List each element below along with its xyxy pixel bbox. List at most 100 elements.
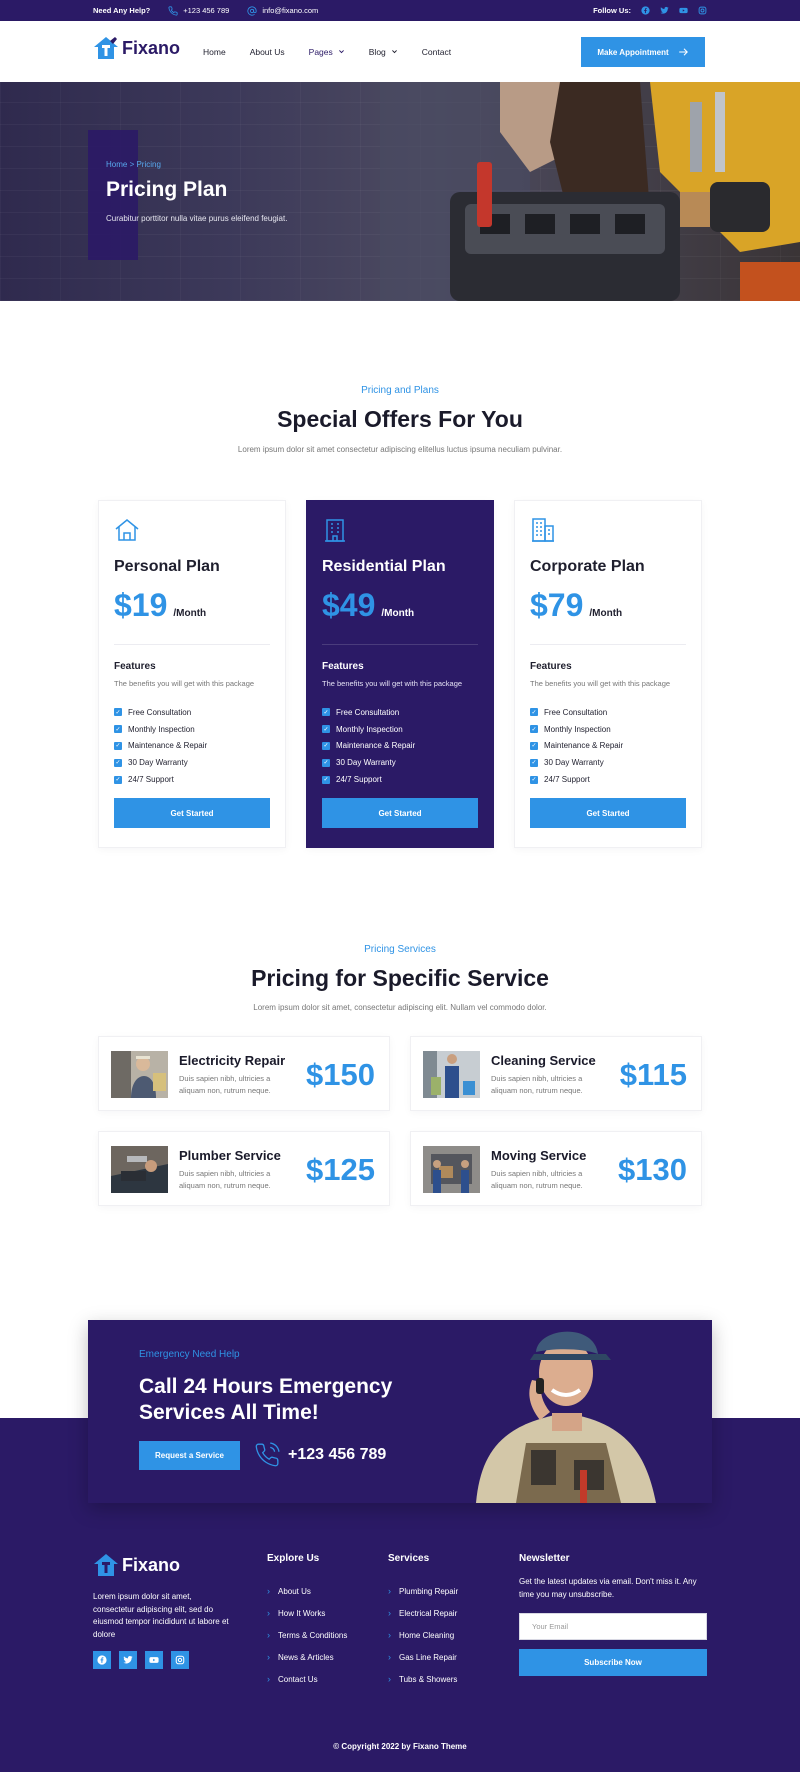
page: Need Any Help? +123 456 789 info@fixano.… [0, 0, 800, 1772]
logo[interactable]: Fixano [93, 36, 180, 60]
feature-item: ✓ 24/7 Support [530, 775, 590, 785]
email-icon [247, 5, 257, 16]
youtube-icon[interactable] [145, 1651, 163, 1669]
instagram-icon[interactable] [698, 6, 707, 15]
services-title: Pricing for Specific Service [251, 965, 549, 991]
make-appointment-button[interactable]: Make Appointment [581, 37, 705, 67]
checkbox-icon: ✓ [114, 758, 122, 767]
facebook-icon[interactable] [93, 1651, 111, 1669]
footer-link[interactable]: › Home Cleaning [388, 1624, 458, 1646]
feature-item: ✓ 30 Day Warranty [114, 758, 188, 768]
subscribe-button[interactable]: Subscribe Now [519, 1649, 707, 1676]
plumber-photo [111, 1146, 168, 1193]
footer-link[interactable]: › How It Works [267, 1602, 347, 1624]
service-card-electricity[interactable]: Electricity Repair Duis sapien nibh, ult… [98, 1036, 390, 1111]
footer-link[interactable]: › Gas Line Repair [388, 1646, 458, 1668]
footer-link[interactable]: › Tubs & Showers [388, 1668, 458, 1690]
get-started-button[interactable]: Get Started [530, 798, 686, 828]
checkbox-icon: ✓ [530, 725, 538, 734]
copyright: © Copyright 2022 by Fixano Theme [333, 1742, 467, 1751]
phone-icon [168, 5, 178, 16]
cleaner-photo [423, 1051, 480, 1098]
services-desc: Lorem ipsum dolor sit amet, consectetur … [253, 1003, 547, 1012]
newsletter-title: Newsletter [519, 1553, 570, 1564]
footer-link[interactable]: › Plumbing Repair [388, 1580, 458, 1602]
services-tag: Pricing Services [364, 944, 436, 955]
twitter-icon[interactable] [119, 1651, 137, 1669]
footer-link[interactable]: › Electrical Repair [388, 1602, 458, 1624]
service-card-moving[interactable]: Moving Service Duis sapien nibh, ultrici… [410, 1131, 702, 1206]
cta-phone[interactable]: +123 456 789 [254, 1442, 386, 1468]
feature-item: ✓ 30 Day Warranty [322, 758, 396, 768]
plan-card-corporate: Corporate Plan $79/Month Features The be… [514, 500, 702, 848]
chevron-down-icon [338, 50, 344, 54]
plan-card-personal: Personal Plan $19/Month Features The ben… [98, 500, 286, 848]
chevron-right-icon: › [388, 1608, 391, 1618]
email-text: info@fixano.com [262, 6, 319, 15]
get-started-button[interactable]: Get Started [114, 798, 270, 828]
email-contact[interactable]: info@fixano.com [247, 5, 319, 16]
footer-link[interactable]: › About Us [267, 1580, 347, 1602]
nav-item-pages[interactable]: Pages [309, 47, 345, 57]
service-card-cleaning[interactable]: Cleaning Service Duis sapien nibh, ultri… [410, 1036, 702, 1111]
email-input[interactable]: Your Email [519, 1613, 707, 1640]
service-price: $150 [306, 1057, 375, 1092]
nav-item-contact[interactable]: Contact [422, 47, 451, 57]
checkbox-icon: ✓ [530, 775, 538, 784]
service-card-plumber[interactable]: Plumber Service Duis sapien nibh, ultric… [98, 1131, 390, 1206]
feature-item: ✓ 24/7 Support [114, 775, 174, 785]
plan-price: $19/Month [114, 587, 207, 623]
plan-price: $79/Month [530, 587, 623, 623]
service-desc: Duis sapien nibh, ultricies a aliquam no… [491, 1169, 583, 1190]
nav-item-about[interactable]: About Us [250, 47, 285, 57]
service-name: Plumber Service [179, 1148, 281, 1163]
cta-tag: Emergency Need Help [139, 1349, 240, 1360]
apartment-icon [325, 519, 345, 542]
nav-item-blog[interactable]: Blog [369, 47, 398, 57]
logo-house-icon [94, 1554, 118, 1576]
checkbox-icon: ✓ [322, 775, 330, 784]
breadcrumb[interactable]: Home > Pricing [106, 160, 161, 169]
phone-contact[interactable]: +123 456 789 [168, 5, 229, 16]
footer-link[interactable]: › News & Articles [267, 1646, 347, 1668]
request-service-button[interactable]: Request a Service [139, 1441, 240, 1470]
checkbox-icon: ✓ [322, 741, 330, 750]
get-started-button[interactable]: Get Started [322, 798, 478, 828]
instagram-icon[interactable] [171, 1651, 189, 1669]
pricing-desc: Lorem ipsum dolor sit amet consectetur a… [237, 445, 563, 454]
youtube-icon[interactable] [679, 6, 688, 15]
nav-item-home[interactable]: Home [203, 47, 226, 57]
plan-name: Corporate Plan [530, 558, 645, 575]
facebook-icon[interactable] [641, 6, 650, 15]
twitter-icon[interactable] [660, 6, 669, 15]
feature-item: ✓ Monthly Inspection [114, 724, 195, 734]
service-name: Moving Service [491, 1148, 587, 1163]
feature-item: ✓ Monthly Inspection [530, 724, 611, 734]
checkbox-icon: ✓ [114, 741, 122, 750]
services-col-title: Services [388, 1553, 430, 1564]
service-price: $125 [306, 1152, 375, 1187]
toolbox-illustration [380, 82, 800, 301]
service-price: $130 [618, 1152, 687, 1187]
features-title: Features [322, 661, 364, 672]
services-links: › Plumbing Repair › Electrical Repair › Hom… [388, 1580, 458, 1690]
chevron-right-icon: › [267, 1608, 270, 1618]
checkbox-icon: ✓ [530, 708, 538, 717]
service-name: Cleaning Service [491, 1053, 596, 1068]
feature-item: ✓ Free Consultation [530, 707, 608, 717]
divider [114, 644, 270, 645]
service-name: Electricity Repair [179, 1053, 286, 1068]
service-price: $115 [619, 1057, 687, 1092]
features-desc: The benefits you will get with this pack… [114, 679, 255, 688]
page-subtitle: Curabitur porttitor nulla vitae purus el… [106, 214, 288, 223]
service-desc: Duis sapien nibh, ultricies a aliquam no… [179, 1074, 271, 1095]
logo-house-icon [94, 37, 118, 59]
footer-link[interactable]: › Contact Us [267, 1668, 347, 1690]
nav-menu: Home About Us Pages Blog Contact [203, 21, 451, 82]
footer-logo[interactable]: Fixano [93, 1553, 180, 1577]
follow-us: Follow Us: [593, 6, 707, 15]
features-title: Features [114, 661, 156, 672]
cta-title: Call 24 Hours Emergency Services All Tim… [139, 1375, 393, 1424]
electrician-photo [111, 1051, 168, 1098]
footer-link[interactable]: › Terms & Conditions [267, 1624, 347, 1646]
